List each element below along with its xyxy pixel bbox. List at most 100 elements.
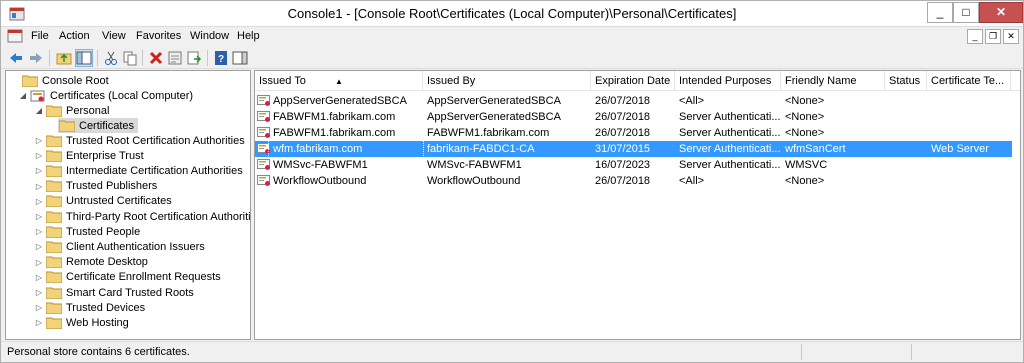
cell bbox=[885, 157, 927, 173]
show-action-pane-icon[interactable] bbox=[231, 49, 249, 67]
tree-label: Third-Party Root Certification Authoriti… bbox=[66, 210, 251, 223]
copy-icon[interactable] bbox=[121, 49, 139, 67]
expand-arrow-icon[interactable]: ▷ bbox=[34, 136, 44, 145]
tree-label: Enterprise Trust bbox=[66, 149, 144, 162]
cell bbox=[927, 125, 1011, 141]
menu-help[interactable]: Help bbox=[237, 30, 260, 42]
collapse-arrow-icon[interactable]: ◢ bbox=[18, 91, 28, 100]
menu-file[interactable]: File bbox=[31, 30, 49, 42]
cut-icon[interactable] bbox=[102, 49, 120, 67]
expand-arrow-icon[interactable]: ▷ bbox=[34, 318, 44, 327]
tree-label: Intermediate Certification Authorities bbox=[66, 164, 243, 177]
cell: Server Authenticati... bbox=[679, 143, 781, 155]
delete-icon[interactable] bbox=[147, 49, 165, 67]
expand-arrow-icon[interactable]: ▷ bbox=[34, 151, 44, 160]
folder-icon bbox=[46, 256, 62, 269]
col-expiration-date[interactable]: Expiration Date bbox=[591, 71, 675, 91]
tree-item-store[interactable]: ▷ Enterprise Trust bbox=[34, 148, 144, 163]
expand-arrow-icon[interactable]: ▷ bbox=[34, 258, 44, 267]
cell: fabrikam-FABDC1-CA bbox=[427, 143, 535, 155]
folder-icon bbox=[46, 195, 62, 208]
back-icon[interactable] bbox=[7, 49, 25, 67]
col-status[interactable]: Status bbox=[885, 71, 927, 91]
folder-icon bbox=[46, 211, 62, 223]
expand-arrow-icon[interactable]: ▷ bbox=[34, 212, 44, 221]
cell: 31/07/2015 bbox=[595, 143, 651, 155]
tree-item-personal[interactable]: ◢ Personal bbox=[34, 103, 109, 118]
tree-item-certificates-folder[interactable]: Certificates bbox=[58, 118, 139, 133]
table-row[interactable]: FABWFM1.fabrikam.com FABWFM1.fabrikam.com… bbox=[255, 125, 1012, 141]
forward-icon[interactable] bbox=[27, 49, 45, 67]
child-close-button[interactable]: ✕ bbox=[1003, 29, 1019, 44]
tree-item-store[interactable]: ▷ Trusted Publishers bbox=[34, 179, 157, 194]
cell: wfm.fabrikam.com bbox=[268, 140, 424, 158]
close-button[interactable]: ✕ bbox=[979, 2, 1023, 23]
cell bbox=[927, 157, 1011, 173]
show-hide-tree-icon[interactable] bbox=[75, 49, 93, 67]
col-intended-purposes[interactable]: Intended Purposes bbox=[675, 71, 781, 91]
table-row[interactable]: wfm.fabrikam.com fabrikam-FABDC1-CA 31/07/… bbox=[255, 140, 1012, 158]
tree-label: Untrusted Certificates bbox=[66, 195, 172, 208]
tree-item-console-root[interactable]: Console Root bbox=[10, 73, 109, 88]
tree-item-store[interactable]: ▷ Web Hosting bbox=[34, 315, 129, 330]
tree-item-certificates-local[interactable]: ◢ Certificates (Local Computer) bbox=[18, 88, 193, 103]
tree-item-store[interactable]: ▷ Trusted People bbox=[34, 224, 140, 239]
cell bbox=[927, 173, 1011, 189]
child-restore-button[interactable]: ❐ bbox=[985, 29, 1001, 44]
table-row[interactable]: WMSvc-FABWFM1 WMSvc-FABWFM1 16/07/2023 Serv… bbox=[255, 157, 1012, 173]
table-row[interactable]: WorkflowOutbound WorkflowOutbound 26/07/20… bbox=[255, 173, 1012, 189]
window-title: Console1 - [Console Root\Certificates (L… bbox=[287, 6, 737, 21]
collapse-arrow-icon[interactable]: ◢ bbox=[34, 106, 44, 115]
tree-item-store[interactable]: ▷ Intermediate Certification Authorities bbox=[34, 163, 243, 178]
folder-icon bbox=[46, 271, 62, 284]
expand-arrow-icon[interactable]: ▷ bbox=[34, 227, 44, 236]
up-folder-icon[interactable] bbox=[55, 49, 73, 67]
expand-arrow-icon[interactable]: ▷ bbox=[34, 303, 44, 312]
sort-ascending-icon: ▲ bbox=[335, 77, 343, 86]
cell: FABWFM1.fabrikam.com bbox=[273, 111, 396, 123]
tree-item-store[interactable]: ▷ Trusted Devices bbox=[34, 300, 145, 315]
expand-arrow-icon[interactable]: ▷ bbox=[34, 166, 44, 175]
cell: WMSvc-FABWFM1 bbox=[273, 159, 368, 171]
expand-arrow-icon[interactable]: ▷ bbox=[34, 182, 44, 191]
tree-label: Certificate Enrollment Requests bbox=[66, 271, 221, 284]
tree-item-store[interactable]: ▷ Certificate Enrollment Requests bbox=[34, 270, 221, 285]
col-certificate-template[interactable]: Certificate Te... bbox=[927, 71, 1011, 91]
tree-item-store[interactable]: ▷ Untrusted Certificates bbox=[34, 194, 172, 209]
tree-item-store[interactable]: ▷ Remote Desktop bbox=[34, 255, 148, 270]
child-minimize-button[interactable]: _ bbox=[967, 29, 983, 44]
col-issued-by[interactable]: Issued By bbox=[423, 71, 591, 91]
tree-item-store[interactable]: ▷ Smart Card Trusted Roots bbox=[34, 285, 194, 300]
export-list-icon[interactable] bbox=[185, 49, 203, 67]
tree-item-store[interactable]: ▷ Third-Party Root Certification Authorit… bbox=[34, 209, 251, 224]
child-window-icon[interactable] bbox=[7, 29, 23, 44]
certificates-snapin-icon bbox=[30, 90, 45, 101]
status-pane bbox=[911, 344, 912, 360]
col-issued-to[interactable]: Issued To ▲ bbox=[255, 71, 423, 91]
properties-icon[interactable] bbox=[166, 49, 184, 67]
table-row[interactable]: AppServerGeneratedSBCA AppServerGenerated… bbox=[255, 93, 1012, 109]
tree-label: Smart Card Trusted Roots bbox=[66, 286, 194, 299]
menu-action[interactable]: Action bbox=[59, 30, 90, 42]
status-bar: Personal store contains 6 certificates. bbox=[1, 341, 1023, 362]
expand-arrow-icon[interactable]: ▷ bbox=[34, 288, 44, 297]
menu-view[interactable]: View bbox=[102, 30, 126, 42]
menu-favorites[interactable]: Favorites bbox=[136, 30, 181, 42]
cell: FABWFM1.fabrikam.com bbox=[273, 127, 396, 139]
menu-window[interactable]: Window bbox=[190, 30, 229, 42]
expand-arrow-icon[interactable]: ▷ bbox=[34, 242, 44, 251]
folder-icon bbox=[46, 226, 62, 238]
help-icon[interactable]: ? bbox=[212, 49, 230, 67]
folder-icon bbox=[46, 165, 62, 177]
col-label: Issued To bbox=[259, 75, 306, 87]
col-friendly-name[interactable]: Friendly Name bbox=[781, 71, 885, 91]
toolbar-separator bbox=[97, 50, 98, 66]
table-row[interactable]: FABWFM1.fabrikam.com AppServerGeneratedSB… bbox=[255, 109, 1012, 125]
minimize-button[interactable]: _ bbox=[927, 2, 953, 23]
tree-item-store[interactable]: ▷ Trusted Root Certification Authorities bbox=[34, 133, 245, 148]
expand-arrow-icon[interactable]: ▷ bbox=[34, 197, 44, 206]
tree-label: Web Hosting bbox=[66, 316, 129, 329]
tree-item-store[interactable]: ▷ Client Authentication Issuers bbox=[34, 239, 205, 254]
expand-arrow-icon[interactable]: ▷ bbox=[34, 273, 44, 282]
maximize-button[interactable]: □ bbox=[953, 2, 979, 23]
